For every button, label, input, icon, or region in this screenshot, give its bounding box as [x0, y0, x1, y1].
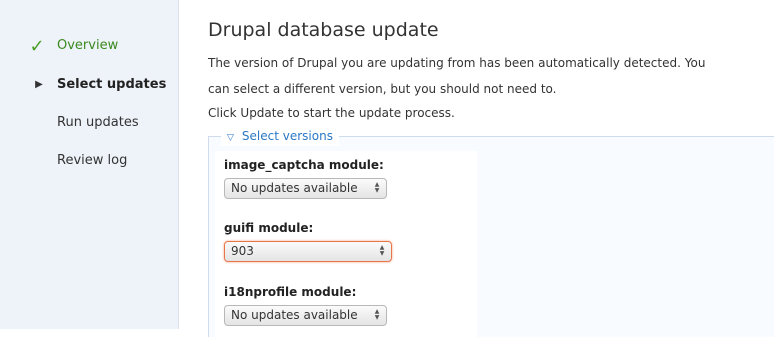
module-list: image_captcha module: No updates availab…: [215, 151, 477, 351]
select-arrows-icon: ▲ ▼: [374, 308, 380, 321]
select-versions-legend[interactable]: ▽ Select versions: [221, 128, 339, 146]
select-value: No updates available: [231, 181, 358, 195]
select-arrows-icon: ▲ ▼: [379, 244, 385, 257]
module-label-i18nprofile: i18nprofile module:: [224, 285, 357, 299]
task-list-sidebar: ✓ Overview ▶ Select updates Run updates …: [0, 0, 179, 329]
module-label-image-captcha: image_captcha module:: [224, 158, 384, 172]
version-select-i18nprofile[interactable]: No updates available ▲ ▼: [224, 305, 387, 326]
task-label-review-log: Review log: [57, 153, 128, 168]
triangle-right-icon: ▶: [35, 79, 43, 90]
checkmark-icon: ✓: [29, 36, 45, 57]
task-overview: ✓ Overview: [0, 36, 178, 57]
intro-text-line-3: Click Update to start the update process…: [208, 106, 455, 120]
module-label-guifi: guifi module:: [224, 221, 314, 235]
version-select-image-captcha[interactable]: No updates available ▲ ▼: [224, 178, 387, 199]
task-label-run-updates: Run updates: [57, 115, 139, 130]
task-select-updates: ▶ Select updates: [0, 75, 178, 95]
task-label-overview: Overview: [57, 38, 119, 53]
task-review-log: Review log: [0, 151, 178, 171]
intro-text-line-2: can select a different version, but you …: [208, 82, 557, 96]
intro-text-line-1: The version of Drupal you are updating f…: [208, 56, 706, 70]
select-value: No updates available: [231, 308, 358, 322]
select-versions-fieldset: ▽ Select versions image_captcha module: N…: [208, 128, 774, 351]
task-run-updates: Run updates: [0, 113, 178, 133]
page-title: Drupal database update: [208, 19, 439, 41]
legend-label: Select versions: [241, 129, 333, 143]
main-content: Drupal database update The version of Dr…: [208, 0, 780, 351]
version-select-guifi[interactable]: 903 ▲ ▼: [224, 241, 392, 262]
triangle-down-icon: ▽: [227, 133, 234, 143]
select-value: 903: [231, 244, 254, 258]
task-label-select-updates: Select updates: [57, 77, 167, 92]
select-arrows-icon: ▲ ▼: [374, 181, 380, 194]
